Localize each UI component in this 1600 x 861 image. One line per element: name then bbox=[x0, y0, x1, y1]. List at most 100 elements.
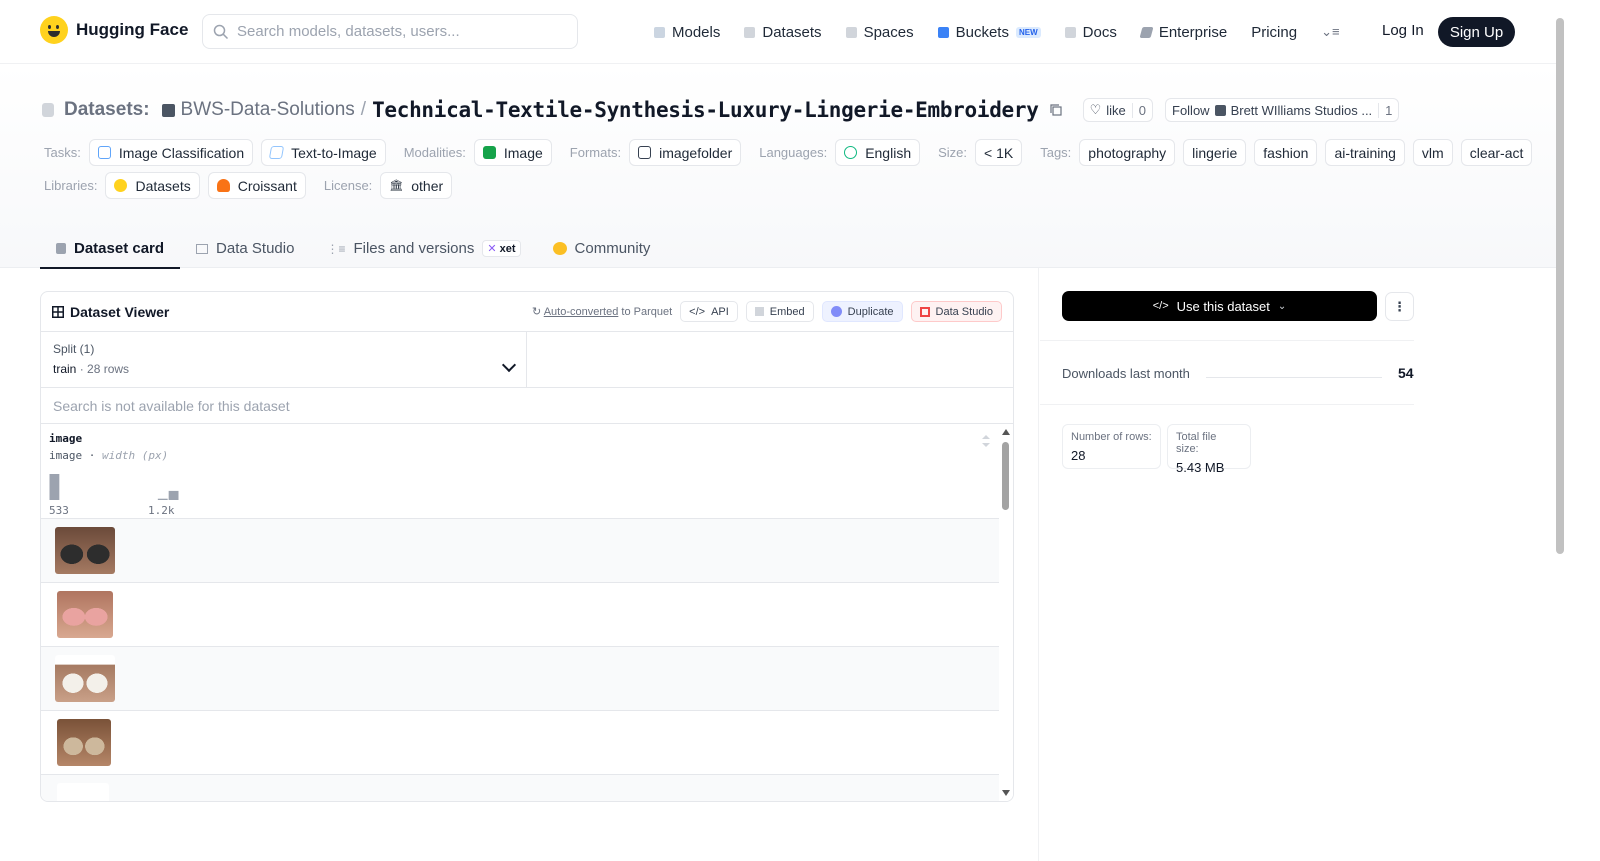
tag-label: Text-to-Image bbox=[291, 144, 377, 161]
sidebar-divider-line bbox=[1040, 340, 1414, 341]
tag-license[interactable]: 🏛 other bbox=[380, 172, 453, 199]
dataset-icon bbox=[56, 243, 66, 254]
stat-value: 5.43 MB bbox=[1176, 460, 1225, 475]
repo-name[interactable]: Technical-Textile-Synthesis-Luxury-Linge… bbox=[372, 98, 1039, 122]
hugging-face-logo[interactable]: Hugging Face bbox=[40, 16, 188, 44]
table-row[interactable] bbox=[41, 775, 999, 801]
image-thumbnail[interactable] bbox=[57, 719, 111, 766]
tag-photography[interactable]: photography bbox=[1079, 139, 1176, 166]
tab-data-studio[interactable]: Data Studio bbox=[180, 229, 310, 268]
embed-button[interactable]: Embed bbox=[745, 301, 814, 322]
column-histogram bbox=[49, 474, 179, 500]
image-thumbnail[interactable] bbox=[55, 655, 115, 702]
nav-pricing[interactable]: Pricing bbox=[1251, 17, 1297, 47]
tag-english[interactable]: English bbox=[835, 139, 921, 166]
tag-ai-training[interactable]: ai-training bbox=[1325, 139, 1405, 166]
tag-text-to-image[interactable]: Text-to-Image bbox=[261, 139, 386, 166]
scrollbar-thumb[interactable] bbox=[1002, 442, 1009, 510]
signup-button[interactable]: Sign Up bbox=[1438, 17, 1515, 47]
spaces-icon bbox=[845, 26, 857, 38]
api-button[interactable]: </> API bbox=[680, 301, 738, 322]
stat-number-of-rows: Number of rows: 28 bbox=[1062, 424, 1161, 469]
search-input[interactable] bbox=[237, 23, 557, 40]
tab-dataset-card[interactable]: Dataset card bbox=[40, 229, 181, 269]
hugging-face-emoji-icon bbox=[40, 16, 68, 44]
nav-datasets[interactable]: Datasets bbox=[744, 17, 822, 47]
table-row[interactable] bbox=[41, 711, 999, 775]
viewer-scrollbar[interactable] bbox=[999, 424, 1013, 801]
languages-label: Languages: bbox=[759, 145, 828, 160]
global-search[interactable] bbox=[202, 14, 578, 49]
nav-docs[interactable]: Docs bbox=[1064, 17, 1117, 47]
downloads-label: Downloads last month bbox=[1062, 366, 1190, 381]
use-this-dataset-button[interactable]: </> Use this dataset ⌄ bbox=[1062, 291, 1377, 321]
scroll-up-icon[interactable] bbox=[1001, 428, 1011, 436]
tags-row-2: Libraries: Datasets Croissant License: 🏛… bbox=[44, 172, 460, 199]
tag-clear-act[interactable]: clear-act bbox=[1460, 139, 1533, 166]
repo-tabs: Dataset card Data Studio ⋮≡ Files and ver… bbox=[40, 229, 667, 269]
table-icon bbox=[196, 243, 209, 254]
tag-lingerie[interactable]: lingerie bbox=[1183, 139, 1247, 166]
tag-image-classification[interactable]: Image Classification bbox=[88, 139, 254, 166]
tag-label: other bbox=[411, 177, 444, 194]
duplicate-icon bbox=[830, 306, 842, 317]
split-dropdown[interactable]: Split (1) train · 28 rows bbox=[41, 332, 527, 387]
split-rows: 28 rows bbox=[87, 362, 130, 376]
page-scrollbar[interactable] bbox=[1556, 18, 1564, 554]
image-thumbnail[interactable] bbox=[57, 783, 109, 801]
nav-label: Models bbox=[672, 23, 721, 41]
tag-size[interactable]: < 1K bbox=[975, 139, 1023, 166]
duplicate-button[interactable]: Duplicate bbox=[821, 301, 903, 322]
viewer-title: Dataset Viewer bbox=[52, 304, 169, 320]
more-options-icon[interactable]: ⋮ bbox=[1385, 292, 1414, 321]
tag-imagefolder[interactable]: imagefolder bbox=[629, 139, 742, 166]
org-link[interactable]: BWS-Data-Solutions bbox=[181, 99, 355, 121]
tag-datasets-library[interactable]: Datasets bbox=[105, 172, 200, 199]
tag-label: Croissant bbox=[237, 177, 297, 194]
login-link[interactable]: Log In bbox=[1382, 22, 1424, 39]
table-row[interactable] bbox=[41, 519, 999, 583]
tab-files-and-versions[interactable]: ⋮≡ Files and versions ✕ xet bbox=[310, 229, 536, 268]
duplicate-label: Duplicate bbox=[847, 305, 894, 318]
histogram-bar[interactable] bbox=[157, 498, 168, 500]
xet-label: xet bbox=[499, 243, 516, 255]
auto-converted-info[interactable]: ↻ Auto-converted to Parquet bbox=[532, 305, 672, 318]
copy-icon[interactable] bbox=[1049, 103, 1063, 117]
code-icon: </> bbox=[1152, 300, 1169, 312]
downloads-sparkline bbox=[1206, 377, 1382, 378]
auto-converted-link[interactable]: Auto-converted bbox=[544, 306, 619, 318]
nav-label: Spaces bbox=[863, 23, 914, 41]
repo-type-label[interactable]: Datasets: bbox=[64, 99, 150, 121]
nav-enterprise[interactable]: Enterprise bbox=[1139, 17, 1227, 47]
tab-label: Community bbox=[574, 240, 651, 257]
refresh-icon: ↻ bbox=[532, 306, 542, 318]
viewer-title-text: Dataset Viewer bbox=[70, 303, 170, 320]
tags-row-1: Tasks: Image Classification Text-to-Imag… bbox=[44, 139, 1540, 166]
tag-label: English bbox=[865, 144, 912, 161]
sort-icon[interactable] bbox=[981, 434, 991, 448]
data-studio-button[interactable]: Data Studio bbox=[910, 301, 1002, 322]
histogram-bar[interactable] bbox=[168, 490, 179, 500]
tab-label: Files and versions bbox=[353, 240, 475, 257]
tag-fashion[interactable]: fashion bbox=[1254, 139, 1318, 166]
tab-community[interactable]: Community bbox=[537, 229, 667, 268]
tag-croissant[interactable]: Croissant bbox=[207, 172, 306, 199]
follow-button[interactable]: Follow Brett WIlliams Studios ... 1 bbox=[1165, 98, 1400, 122]
more-menu-icon[interactable]: ⌄≡ bbox=[1321, 17, 1339, 47]
image-thumbnail[interactable] bbox=[55, 527, 115, 574]
column-header-image[interactable]: image image · width (px) 533 1.2k bbox=[41, 424, 999, 519]
nav-spaces[interactable]: Spaces bbox=[845, 17, 914, 47]
image-thumbnail[interactable] bbox=[57, 591, 113, 638]
table-row[interactable] bbox=[41, 583, 999, 647]
like-button[interactable]: ♡ like 0 bbox=[1082, 98, 1153, 122]
nav-buckets[interactable]: Buckets NEW bbox=[937, 17, 1041, 47]
nav-models[interactable]: Models bbox=[654, 17, 720, 47]
top-navigation-bar: Hugging Face Models Datasets Spaces Buck… bbox=[0, 0, 1556, 64]
scroll-down-icon[interactable] bbox=[1001, 789, 1011, 797]
table-row[interactable] bbox=[41, 647, 999, 711]
tag-vlm[interactable]: vlm bbox=[1412, 139, 1453, 166]
histogram-bar[interactable] bbox=[49, 474, 60, 500]
to-parquet-text: to Parquet bbox=[621, 306, 673, 318]
datasets-icon bbox=[744, 26, 756, 38]
tag-image[interactable]: Image bbox=[473, 139, 552, 166]
